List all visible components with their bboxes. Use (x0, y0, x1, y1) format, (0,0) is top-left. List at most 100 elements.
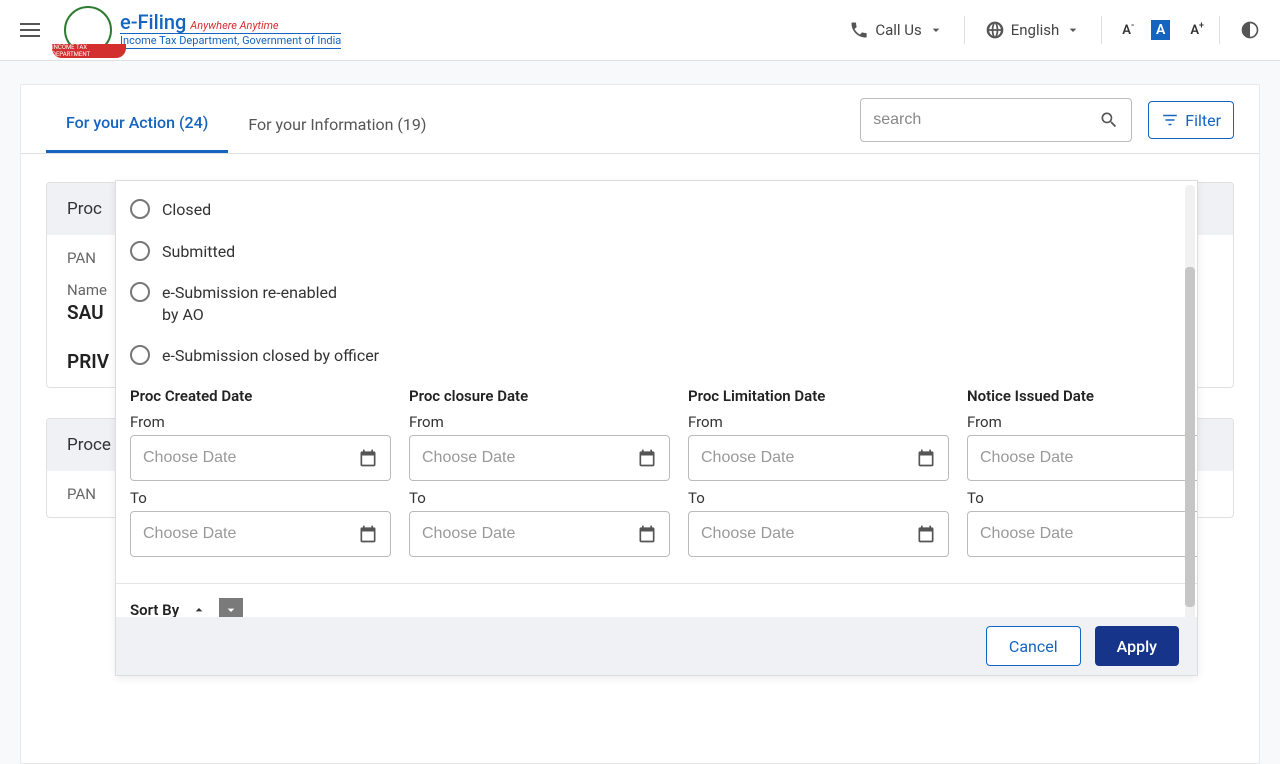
filter-button[interactable]: Filter (1148, 101, 1234, 139)
date-field[interactable] (143, 449, 350, 467)
sort-desc-button[interactable] (219, 598, 243, 617)
contrast-icon[interactable] (1240, 20, 1260, 40)
radio-label: Submitted (162, 241, 235, 263)
font-increase-button[interactable]: A+ (1190, 23, 1199, 38)
ribbon-label: INCOME TAX DEPARTMENT (52, 44, 126, 58)
globe-icon (985, 20, 1005, 40)
radio-label: Closed (162, 199, 211, 221)
from-label: From (688, 413, 949, 431)
scrollbar[interactable] (1185, 185, 1195, 617)
calendar-icon[interactable] (916, 524, 936, 544)
header-actions: Call Us English A- A A+ (849, 16, 1260, 44)
radio-label: e-Submission re-enabled by AO (162, 282, 342, 325)
phone-icon (849, 20, 869, 40)
from-label: From (967, 413, 1197, 431)
calendar-icon[interactable] (637, 448, 657, 468)
from-label: From (130, 413, 391, 431)
col-title: Notice Issued Date (967, 387, 1197, 405)
date-field[interactable] (143, 525, 350, 543)
chevron-up-icon (191, 602, 207, 617)
date-filters: Proc Created Date From To Proc closure D… (116, 383, 1197, 584)
sort-asc-button[interactable] (187, 598, 211, 617)
to-label: To (130, 489, 391, 507)
brand-subtitle: Income Tax Department, Government of Ind… (120, 33, 341, 49)
proc-closure-date-col: Proc closure Date From To (409, 387, 670, 565)
proc-limitation-to-input[interactable] (688, 511, 949, 557)
scrollbar-thumb[interactable] (1185, 267, 1195, 607)
radio-icon (130, 282, 150, 302)
status-closed-officer-radio[interactable]: e-Submission closed by officer (130, 335, 1183, 377)
brand-logo[interactable]: INCOME TAX DEPARTMENT e-Filing Anywhere … (64, 6, 341, 54)
to-label: To (967, 489, 1197, 507)
search-input[interactable] (873, 111, 1091, 129)
status-reenabled-radio[interactable]: e-Submission re-enabled by AO (130, 272, 1183, 335)
notice-issued-to-input[interactable] (967, 511, 1197, 557)
cancel-label: Cancel (1009, 637, 1058, 656)
brand-name: e-Filing (120, 10, 186, 34)
app-header: INCOME TAX DEPARTMENT e-Filing Anywhere … (0, 0, 1280, 61)
proc-closure-from-input[interactable] (409, 435, 670, 481)
notice-issued-date-col: Notice Issued Date From To (967, 387, 1197, 565)
col-title: Proc Created Date (130, 387, 391, 405)
proc-limitation-from-input[interactable] (688, 435, 949, 481)
col-title: Proc Limitation Date (688, 387, 949, 405)
to-label: To (688, 489, 949, 507)
to-label: To (409, 489, 670, 507)
chevron-down-icon (1065, 22, 1081, 38)
radio-label: e-Submission closed by officer (162, 345, 379, 367)
radio-icon (130, 241, 150, 261)
date-field[interactable] (980, 525, 1187, 543)
font-default-button[interactable]: A (1151, 20, 1170, 40)
date-field[interactable] (422, 449, 629, 467)
tabs-row: For your Action (24) For your Informatio… (21, 85, 1259, 154)
filter-panel: Closed Submitted e-Submission re-enabled… (115, 180, 1198, 676)
date-field[interactable] (701, 525, 908, 543)
divider (1219, 16, 1220, 44)
proc-closure-to-input[interactable] (409, 511, 670, 557)
call-us-button[interactable]: Call Us (849, 20, 943, 40)
calendar-icon[interactable] (1195, 524, 1197, 544)
from-label: From (409, 413, 670, 431)
divider (964, 16, 965, 44)
radio-icon (130, 199, 150, 219)
radio-icon (130, 345, 150, 365)
calendar-icon[interactable] (1195, 448, 1197, 468)
notice-issued-from-input[interactable] (967, 435, 1197, 481)
menu-icon[interactable] (20, 18, 44, 42)
brand-tagline: Anywhere Anytime (190, 19, 278, 32)
proc-created-date-col: Proc Created Date From To (130, 387, 391, 565)
filter-panel-body: Closed Submitted e-Submission re-enabled… (116, 181, 1197, 617)
tab-for-information[interactable]: For your Information (19) (228, 97, 446, 152)
cancel-button[interactable]: Cancel (986, 626, 1081, 666)
proc-created-from-input[interactable] (130, 435, 391, 481)
language-button[interactable]: English (985, 20, 1082, 40)
calendar-icon[interactable] (637, 524, 657, 544)
status-submitted-radio[interactable]: Submitted (130, 231, 1183, 273)
date-field[interactable] (701, 449, 908, 467)
calendar-icon[interactable] (358, 524, 378, 544)
call-us-label: Call Us (875, 21, 921, 39)
status-closed-radio[interactable]: Closed (130, 189, 1183, 231)
search-box[interactable] (860, 98, 1132, 142)
calendar-icon[interactable] (916, 448, 936, 468)
proc-limitation-date-col: Proc Limitation Date From To (688, 387, 949, 565)
tab-for-action[interactable]: For your Action (24) (46, 95, 228, 153)
date-field[interactable] (422, 525, 629, 543)
search-icon[interactable] (1099, 110, 1119, 130)
proc-created-to-input[interactable] (130, 511, 391, 557)
chevron-down-icon (928, 22, 944, 38)
apply-label: Apply (1117, 637, 1157, 656)
apply-button[interactable]: Apply (1095, 626, 1179, 666)
brand-text: e-Filing Anywhere Anytime Income Tax Dep… (120, 11, 341, 49)
date-field[interactable] (980, 449, 1187, 467)
font-decrease-button[interactable]: A- (1122, 23, 1131, 38)
col-title: Proc closure Date (409, 387, 670, 405)
sort-by-title: Sort By (130, 601, 179, 617)
filter-panel-footer: Cancel Apply (116, 617, 1197, 675)
chevron-down-icon (223, 602, 239, 617)
calendar-icon[interactable] (358, 448, 378, 468)
emblem-icon: INCOME TAX DEPARTMENT (64, 6, 112, 54)
status-radio-group: Closed Submitted e-Submission re-enabled… (116, 183, 1197, 383)
filter-icon (1161, 111, 1179, 129)
filter-label: Filter (1185, 111, 1221, 130)
